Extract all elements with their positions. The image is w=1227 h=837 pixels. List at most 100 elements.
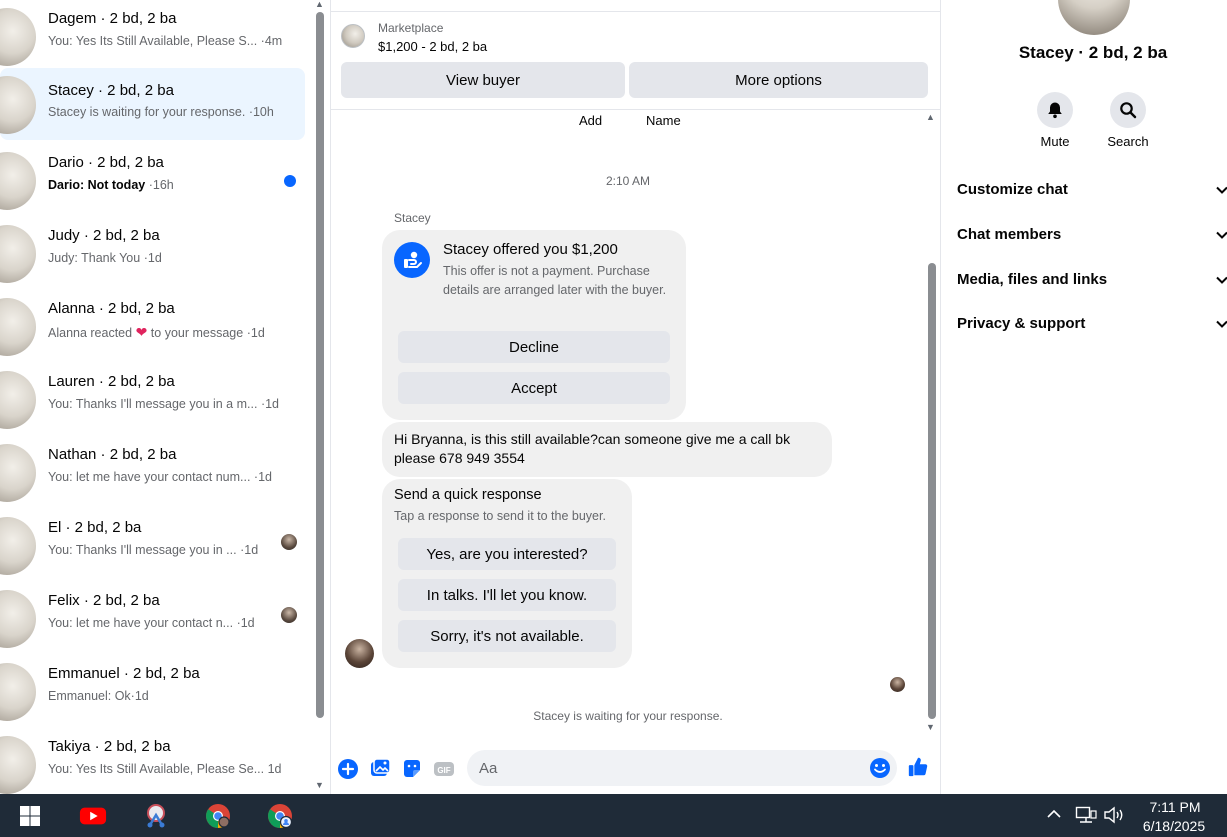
chat-details-panel: Stacey · 2 bd, 2 ba Mute Search Customiz… bbox=[941, 0, 1227, 794]
conversation-preview: You: Thanks I'll message you in a m... ·… bbox=[48, 397, 280, 411]
scrollbar-thumb[interactable] bbox=[316, 12, 324, 718]
chrome-profile-icon[interactable] bbox=[266, 802, 294, 830]
search-button[interactable]: Search bbox=[1098, 92, 1158, 149]
chevron-up-icon[interactable] bbox=[1046, 806, 1062, 827]
listing-thumbnail bbox=[0, 663, 36, 721]
privacy-support-section[interactable]: Privacy & support bbox=[957, 315, 1227, 347]
thumbs-up-icon[interactable] bbox=[907, 756, 929, 778]
bell-icon[interactable] bbox=[1037, 92, 1073, 128]
listing-price[interactable]: $1,200 - 2 bd, 2 ba bbox=[378, 39, 487, 54]
conversation-name: Emmanuel · 2 bd, 2 ba bbox=[48, 665, 200, 682]
volume-icon[interactable] bbox=[1103, 806, 1125, 829]
listing-thumbnail[interactable] bbox=[341, 24, 365, 48]
conversation-list: Dagem · 2 bd, 2 ba You: Yes Its Still Av… bbox=[0, 0, 330, 794]
conversation-item[interactable]: El · 2 bd, 2 ba You: Thanks I'll message… bbox=[0, 509, 305, 581]
conversation-name: Takiya · 2 bd, 2 ba bbox=[48, 738, 171, 755]
taskbar-clock-date[interactable]: 6/18/2025 bbox=[1134, 818, 1214, 834]
conversation-item[interactable]: Judy · 2 bd, 2 ba Judy: Thank You ·1d bbox=[0, 217, 305, 289]
message-input[interactable] bbox=[479, 750, 859, 786]
conversation-list-scrollbar[interactable]: ▲ ▼ bbox=[313, 0, 327, 794]
customize-chat-section[interactable]: Customize chat bbox=[957, 181, 1227, 213]
quick-response-option[interactable]: In talks. I'll let you know. bbox=[398, 579, 616, 611]
chat-panel: Marketplace $1,200 - 2 bd, 2 ba View buy… bbox=[330, 0, 942, 794]
emoji-icon[interactable] bbox=[869, 757, 891, 784]
photo-icon[interactable] bbox=[369, 758, 391, 780]
offer-description: This offer is not a payment. Purchase de… bbox=[443, 264, 667, 297]
conversation-name: Felix · 2 bd, 2 ba bbox=[48, 592, 160, 609]
conversation-preview: You: let me have your contact num... ·1d bbox=[48, 470, 272, 484]
search-label: Search bbox=[1107, 134, 1149, 149]
listing-thumbnail bbox=[0, 371, 36, 429]
conversation-item[interactable]: Nathan · 2 bd, 2 ba You: let me have you… bbox=[0, 436, 305, 508]
conversation-item[interactable]: Alanna · 2 bd, 2 ba Alanna reacted ❤ to … bbox=[0, 290, 305, 362]
view-buyer-button[interactable]: View buyer bbox=[341, 62, 625, 98]
gif-icon[interactable]: GIF bbox=[433, 758, 455, 780]
chrome-icon[interactable] bbox=[204, 802, 232, 830]
conversation-preview: Dario: Not today ·16h bbox=[48, 178, 174, 192]
offer-icon bbox=[394, 242, 430, 278]
youtube-icon[interactable] bbox=[79, 802, 107, 830]
conversation-item[interactable]: Dagem · 2 bd, 2 ba You: Yes Its Still Av… bbox=[0, 0, 305, 72]
message-input-box[interactable] bbox=[467, 750, 897, 786]
conversation-item[interactable]: Takiya · 2 bd, 2 ba You: Yes Its Still A… bbox=[0, 728, 305, 794]
listing-thumbnail bbox=[0, 8, 36, 66]
section-label: Customize chat bbox=[957, 181, 1068, 198]
more-options-button[interactable]: More options bbox=[629, 62, 928, 98]
scrollbar-thumb[interactable] bbox=[928, 263, 936, 719]
scroll-up-arrow-icon[interactable]: ▲ bbox=[926, 112, 935, 122]
listing-avatar[interactable] bbox=[1058, 0, 1130, 35]
conversation-item[interactable]: Dario · 2 bd, 2 ba Dario: Not today ·16h bbox=[0, 144, 305, 216]
quick-response-option[interactable]: Sorry, it's not available. bbox=[398, 620, 616, 652]
read-receipt-avatar bbox=[890, 677, 905, 692]
quick-response-option[interactable]: Yes, are you interested? bbox=[398, 538, 616, 570]
decline-button[interactable]: Decline bbox=[398, 331, 670, 363]
message-bubble[interactable]: Hi Bryanna, is this still available?can … bbox=[382, 422, 832, 477]
unread-dot bbox=[284, 175, 296, 187]
conversation-item-active[interactable]: Stacey · 2 bd, 2 ba Stacey is waiting fo… bbox=[0, 68, 305, 140]
listing-thumbnail bbox=[0, 517, 36, 575]
conversation-preview: You: Yes Its Still Available, Please S..… bbox=[48, 34, 283, 48]
media-files-links-section[interactable]: Media, files and links bbox=[957, 271, 1227, 303]
accept-button[interactable]: Accept bbox=[398, 372, 670, 404]
heart-icon: ❤ bbox=[135, 324, 148, 340]
marketplace-label: Marketplace bbox=[378, 21, 444, 35]
section-label: Chat members bbox=[957, 226, 1062, 243]
name-label: Name bbox=[646, 113, 681, 128]
quick-response-card: Send a quick response Tap a response to … bbox=[382, 479, 632, 668]
seen-avatar bbox=[281, 534, 297, 550]
chat-scrollbar[interactable]: ▲ ▼ bbox=[925, 110, 939, 740]
waiting-status: Stacey is waiting for your response. bbox=[533, 709, 723, 723]
mute-button[interactable]: Mute bbox=[1025, 92, 1085, 149]
svg-text:GIF: GIF bbox=[437, 766, 450, 775]
scroll-down-arrow-icon[interactable]: ▼ bbox=[926, 722, 935, 732]
sticker-icon[interactable] bbox=[401, 758, 423, 780]
conversation-name: Dagem · 2 bd, 2 ba bbox=[48, 10, 177, 27]
listing-thumbnail bbox=[0, 225, 36, 283]
conversation-item[interactable]: Lauren · 2 bd, 2 ba You: Thanks I'll mes… bbox=[0, 363, 305, 435]
conversation-preview: Stacey is waiting for your response. ·10… bbox=[48, 105, 274, 119]
windows-start-icon[interactable] bbox=[16, 802, 44, 830]
chevron-down-icon bbox=[1215, 317, 1227, 335]
message-timestamp: 2:10 AM bbox=[605, 174, 651, 188]
scroll-up-arrow-icon[interactable]: ▲ bbox=[315, 0, 324, 9]
chat-header-edge bbox=[331, 0, 942, 12]
network-icon[interactable] bbox=[1075, 806, 1097, 829]
conversation-item[interactable]: Emmanuel · 2 bd, 2 ba Emmanuel: Ok·1d bbox=[0, 655, 305, 727]
section-label: Privacy & support bbox=[957, 315, 1086, 332]
conversation-preview: You: let me have your contact n... ·1d bbox=[48, 616, 255, 630]
search-icon[interactable] bbox=[1110, 92, 1146, 128]
conversation-name: Alanna · 2 bd, 2 ba bbox=[48, 300, 175, 317]
chevron-down-icon bbox=[1215, 228, 1227, 246]
section-label: Media, files and links bbox=[957, 271, 1108, 288]
scroll-down-arrow-icon[interactable]: ▼ bbox=[315, 780, 324, 790]
chat-members-section[interactable]: Chat members bbox=[957, 226, 1227, 258]
snipping-tool-icon[interactable] bbox=[142, 802, 170, 830]
conversation-item[interactable]: Felix · 2 bd, 2 ba You: let me have your… bbox=[0, 582, 305, 654]
taskbar-clock-time[interactable]: 7:11 PM bbox=[1140, 799, 1210, 815]
conversation-name: Judy · 2 bd, 2 ba bbox=[48, 227, 160, 244]
chevron-down-icon bbox=[1215, 183, 1227, 201]
conversation-name: Dario · 2 bd, 2 ba bbox=[48, 154, 164, 171]
sender-avatar[interactable] bbox=[345, 639, 374, 668]
chat-title: Stacey · 2 bd, 2 ba bbox=[1018, 43, 1168, 62]
plus-circle-icon[interactable] bbox=[337, 758, 359, 780]
